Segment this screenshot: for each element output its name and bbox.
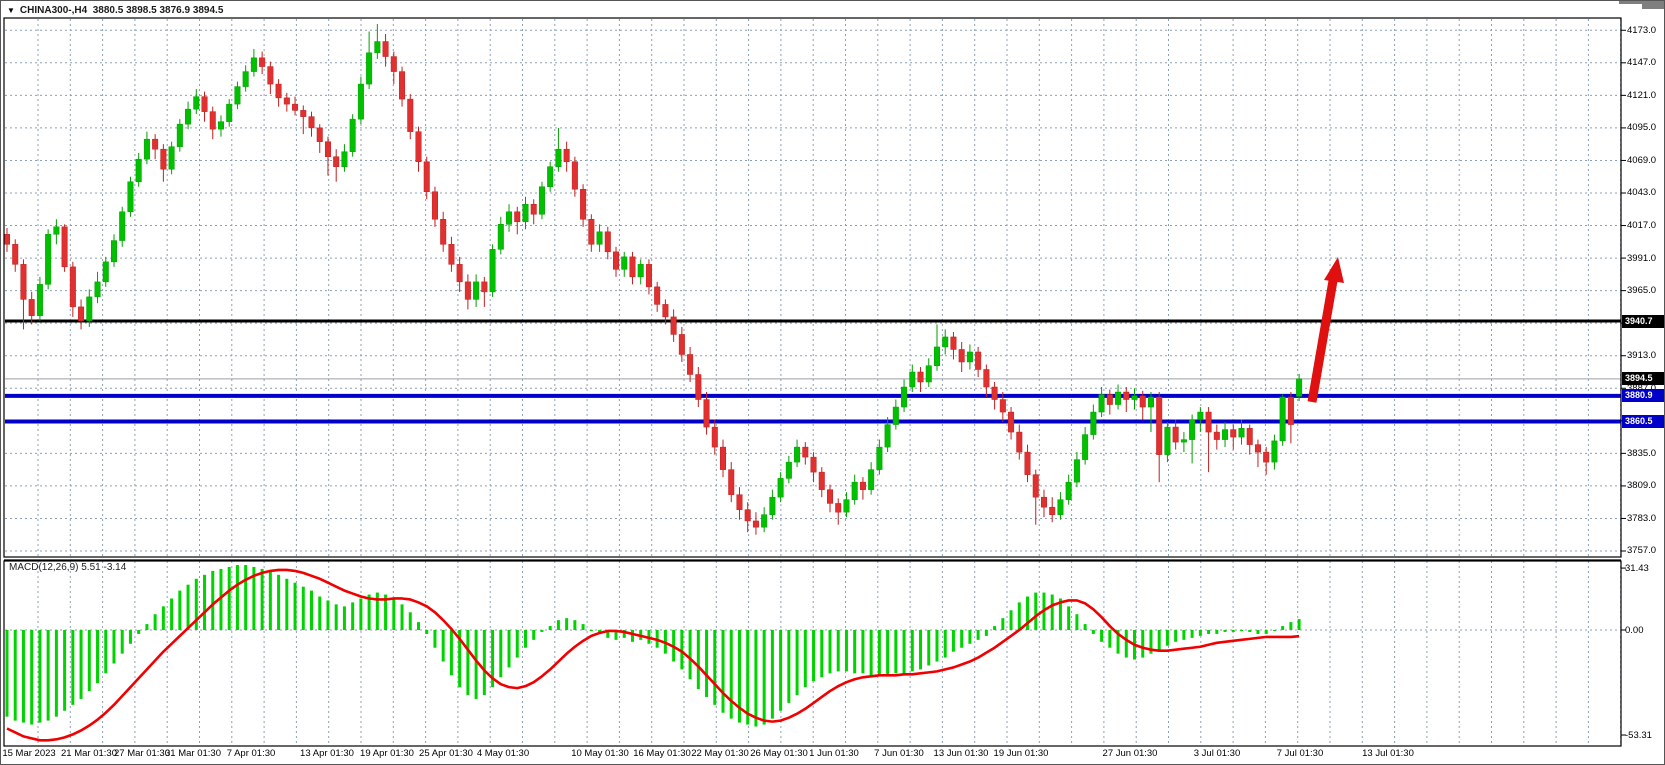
price-axis-label: 4121.0 <box>1627 90 1665 101</box>
current-price-badge: 3894.5 <box>1622 372 1665 385</box>
time-axis-label: 13 Jul 01:30 <box>1346 748 1430 759</box>
price-axis-label: 3757.0 <box>1627 545 1665 556</box>
price-macd-chart-canvas[interactable] <box>1 1 1665 765</box>
price-axis-label: 4095.0 <box>1627 122 1665 133</box>
hline-price-badge-3940: 3940.7 <box>1622 315 1665 328</box>
macd-axis-tick-zero: 0.00 <box>1625 625 1665 636</box>
hline-price-badge-3880: 3880.9 <box>1622 389 1665 402</box>
price-axis-label: 3783.0 <box>1627 513 1665 524</box>
price-axis-label: 3809.0 <box>1627 480 1665 491</box>
price-axis-label: 4043.0 <box>1627 187 1665 198</box>
price-axis-label: 4173.0 <box>1627 25 1665 36</box>
chart-title-ohlc: CHINA300-,H4 3880.5 3898.5 3876.9 3894.5 <box>20 5 223 16</box>
macd-indicator-label: MACD(12,26,9) 5.51 -3.14 <box>9 562 126 573</box>
time-axis-label: 19 Jun 01:30 <box>979 748 1063 759</box>
price-axis-label: 4017.0 <box>1627 220 1665 231</box>
time-axis-label: 27 Jun 01:30 <box>1088 748 1172 759</box>
macd-axis-tick-max: 31.43 <box>1625 563 1665 574</box>
time-axis-label: 4 May 01:30 <box>461 748 545 759</box>
hline-price-badge-3860: 3860.5 <box>1622 415 1665 428</box>
trading-chart-window: ▼ CHINA300-,H4 3880.5 3898.5 3876.9 3894… <box>0 0 1665 765</box>
chart-symbol-dropdown-icon[interactable]: ▼ <box>7 6 15 16</box>
price-axis-label: 3913.0 <box>1627 350 1665 361</box>
price-axis-label: 3991.0 <box>1627 253 1665 264</box>
price-axis-label: 3965.0 <box>1627 285 1665 296</box>
up-arrow-annotation[interactable] <box>1312 275 1334 402</box>
scrollbar-corner <box>1642 1 1665 9</box>
macd-axis-tick-min: -53.31 <box>1625 730 1665 741</box>
price-axis-label: 3835.0 <box>1627 448 1665 459</box>
price-axis-label: 4147.0 <box>1627 57 1665 68</box>
time-axis-label: 7 Apr 01:30 <box>209 748 293 759</box>
chart-title-bar: ▼ CHINA300-,H4 3880.5 3898.5 3876.9 3894… <box>7 4 223 17</box>
time-axis-label: 3 Jul 01:30 <box>1175 748 1259 759</box>
price-axis-label: 4069.0 <box>1627 155 1665 166</box>
time-axis-label: 7 Jul 01:30 <box>1258 748 1342 759</box>
